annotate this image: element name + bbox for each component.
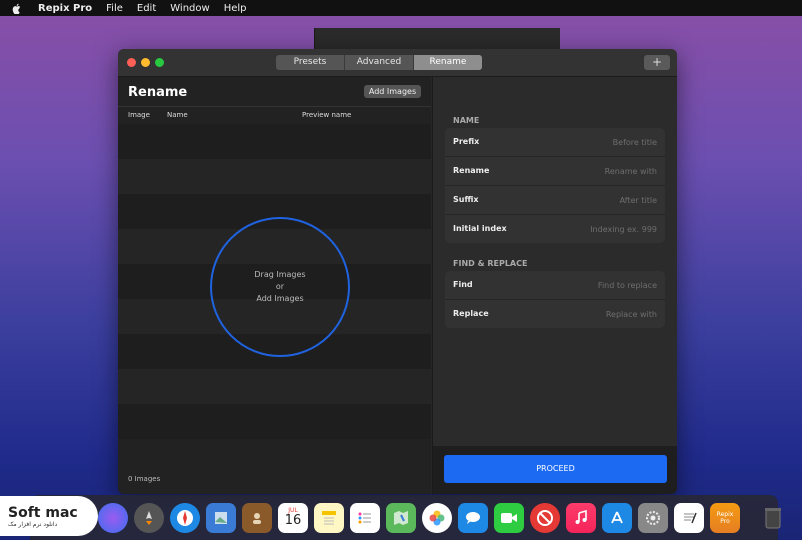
dock: JUL 16 Repix Pro xyxy=(30,495,781,540)
minimize-button[interactable] xyxy=(141,58,150,67)
repix-icon-label-top: Repix xyxy=(716,510,734,518)
menu-window[interactable]: Window xyxy=(170,3,209,14)
find-input[interactable] xyxy=(525,277,659,293)
repix-pro-icon[interactable]: Repix Pro xyxy=(710,502,740,533)
tab-advanced[interactable]: Advanced xyxy=(345,55,414,70)
rename-row: Rename xyxy=(445,157,665,186)
mode-segmented-control: Presets Advanced Rename xyxy=(276,55,482,70)
contacts-icon[interactable] xyxy=(242,502,272,533)
siri-icon[interactable] xyxy=(98,502,128,533)
menu-help[interactable]: Help xyxy=(224,3,247,14)
facetime-icon[interactable] xyxy=(494,502,524,533)
preview-icon[interactable] xyxy=(206,502,236,533)
title-bar[interactable]: Presets Advanced Rename + xyxy=(118,49,677,77)
column-header-preview-name[interactable]: Preview name xyxy=(302,111,351,119)
launchpad-icon[interactable] xyxy=(134,502,164,533)
prefix-label: Prefix xyxy=(453,137,480,146)
tab-presets[interactable]: Presets xyxy=(276,55,345,70)
trash-icon[interactable] xyxy=(758,503,788,533)
watermark-logo: Soft mac دانلود نرم افزار مک xyxy=(0,496,98,536)
messages-icon[interactable] xyxy=(458,502,488,533)
drop-zone-line2: or xyxy=(275,282,285,291)
replace-row: Replace xyxy=(445,300,665,328)
image-count: 0 Images xyxy=(128,475,161,483)
image-list-pane: Rename Add Images Image Name Preview nam… xyxy=(118,77,431,494)
news-icon[interactable] xyxy=(530,502,560,533)
drop-zone[interactable]: Drag Images or Add Images xyxy=(210,217,350,357)
watermark-title: Soft mac xyxy=(8,504,78,521)
music-icon[interactable] xyxy=(566,502,596,533)
table-row xyxy=(118,369,431,404)
proceed-button[interactable]: PROCEED xyxy=(444,455,667,483)
rename-settings-pane: NAME Prefix Rename Suffix Initial index … xyxy=(432,77,677,494)
column-header-image[interactable]: Image xyxy=(128,111,150,119)
app-store-icon[interactable] xyxy=(602,502,632,533)
table-row xyxy=(118,124,431,159)
calendar-icon[interactable]: JUL 16 xyxy=(278,502,308,533)
name-section-heading: NAME xyxy=(453,116,480,125)
repix-window: Presets Advanced Rename + Rename Add Ima… xyxy=(118,49,677,494)
tab-rename[interactable]: Rename xyxy=(414,55,482,70)
menu-bar: Repix Pro File Edit Window Help xyxy=(0,0,802,445)
drop-zone-line3: Add Images xyxy=(256,294,304,303)
menu-edit[interactable]: Edit xyxy=(137,3,156,14)
textedit-icon[interactable] xyxy=(674,502,704,533)
close-button[interactable] xyxy=(127,58,136,67)
safari-icon[interactable] xyxy=(170,502,200,533)
find-replace-heading: FIND & REPLACE xyxy=(453,259,528,268)
reminders-icon[interactable] xyxy=(350,502,380,533)
column-header-name[interactable]: Name xyxy=(167,111,188,119)
find-label: Find xyxy=(453,280,473,289)
menu-file[interactable]: File xyxy=(106,3,123,14)
system-preferences-icon[interactable] xyxy=(638,502,668,533)
header-divider xyxy=(118,106,431,107)
menu-app-name[interactable]: Repix Pro xyxy=(38,3,92,14)
add-button[interactable]: + xyxy=(644,55,670,70)
notes-icon[interactable] xyxy=(314,502,344,533)
suffix-label: Suffix xyxy=(453,195,479,204)
zoom-button[interactable] xyxy=(155,58,164,67)
table-row xyxy=(118,159,431,194)
drop-zone-line1: Drag Images xyxy=(254,270,306,279)
rename-label: Rename xyxy=(453,166,490,175)
suffix-row: Suffix xyxy=(445,186,665,215)
suffix-input[interactable] xyxy=(525,192,659,208)
add-images-button[interactable]: Add Images xyxy=(364,85,421,98)
prefix-row: Prefix xyxy=(445,128,665,157)
calendar-day: 16 xyxy=(284,513,302,528)
table-row xyxy=(118,404,431,439)
initial-index-label: Initial index xyxy=(453,224,507,233)
prefix-input[interactable] xyxy=(525,134,659,150)
repix-icon-label-bottom: Pro xyxy=(720,517,730,525)
maps-icon[interactable] xyxy=(386,502,416,533)
pane-title: Rename xyxy=(128,85,188,100)
find-row: Find xyxy=(445,271,665,300)
proceed-footer: PROCEED xyxy=(433,446,677,494)
replace-label: Replace xyxy=(453,309,489,318)
replace-input[interactable] xyxy=(525,306,659,322)
rename-input[interactable] xyxy=(525,163,659,179)
initial-index-row: Initial index xyxy=(445,215,665,243)
name-fields-group: Prefix Rename Suffix Initial index xyxy=(445,128,665,243)
photos-icon[interactable] xyxy=(422,502,452,533)
apple-icon[interactable] xyxy=(12,3,22,14)
find-replace-group: Find Replace xyxy=(445,271,665,328)
watermark-subtitle: دانلود نرم افزار مک xyxy=(8,520,58,528)
initial-index-input[interactable] xyxy=(525,221,659,237)
